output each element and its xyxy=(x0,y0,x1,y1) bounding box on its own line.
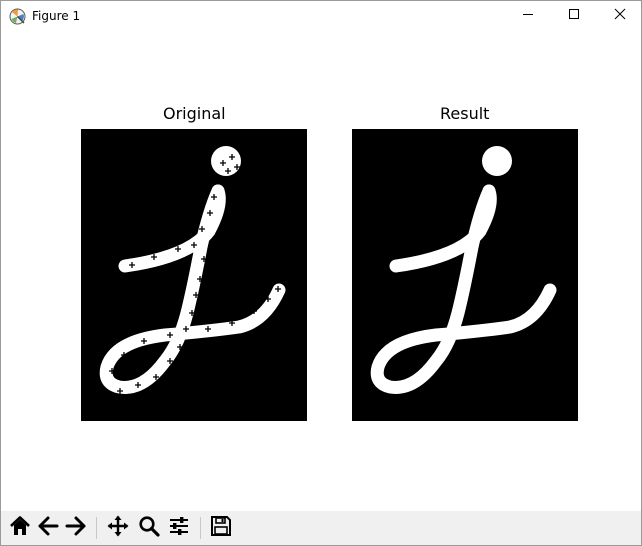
window-title: Figure 1 xyxy=(32,9,81,23)
maximize-button[interactable] xyxy=(551,1,597,31)
close-icon xyxy=(614,7,626,25)
close-button[interactable] xyxy=(597,1,641,31)
forward-arrow-icon xyxy=(65,515,87,542)
pan-button[interactable] xyxy=(105,515,131,541)
zoom-magnifier-icon xyxy=(138,515,160,542)
toolbar-separator xyxy=(200,517,201,539)
subplot-original-image xyxy=(81,129,307,421)
save-button[interactable] xyxy=(208,515,234,541)
title-bar[interactable]: Figure 1 xyxy=(1,1,641,31)
navigation-toolbar xyxy=(1,511,641,545)
figure-window: Figure 1 Original Result xyxy=(0,0,642,546)
minimize-icon xyxy=(522,7,534,25)
maximize-icon xyxy=(568,7,580,25)
matplotlib-icon xyxy=(9,8,26,25)
forward-button[interactable] xyxy=(63,515,89,541)
save-floppy-icon xyxy=(210,515,232,542)
home-button[interactable] xyxy=(7,515,33,541)
subplot-title-original: Original xyxy=(163,104,226,123)
subplot-title-result: Result xyxy=(440,104,490,123)
pan-move-icon xyxy=(107,515,129,542)
subplot-result-image xyxy=(352,129,578,421)
back-arrow-icon xyxy=(37,515,59,542)
configure-subplots-button[interactable] xyxy=(166,515,192,541)
toolbar-separator xyxy=(96,517,97,539)
figure-canvas[interactable]: Original Result xyxy=(1,31,641,511)
subplots-configure-icon xyxy=(168,515,190,542)
minimize-button[interactable] xyxy=(505,1,551,31)
home-icon xyxy=(9,515,31,542)
back-button[interactable] xyxy=(35,515,61,541)
zoom-button[interactable] xyxy=(136,515,162,541)
